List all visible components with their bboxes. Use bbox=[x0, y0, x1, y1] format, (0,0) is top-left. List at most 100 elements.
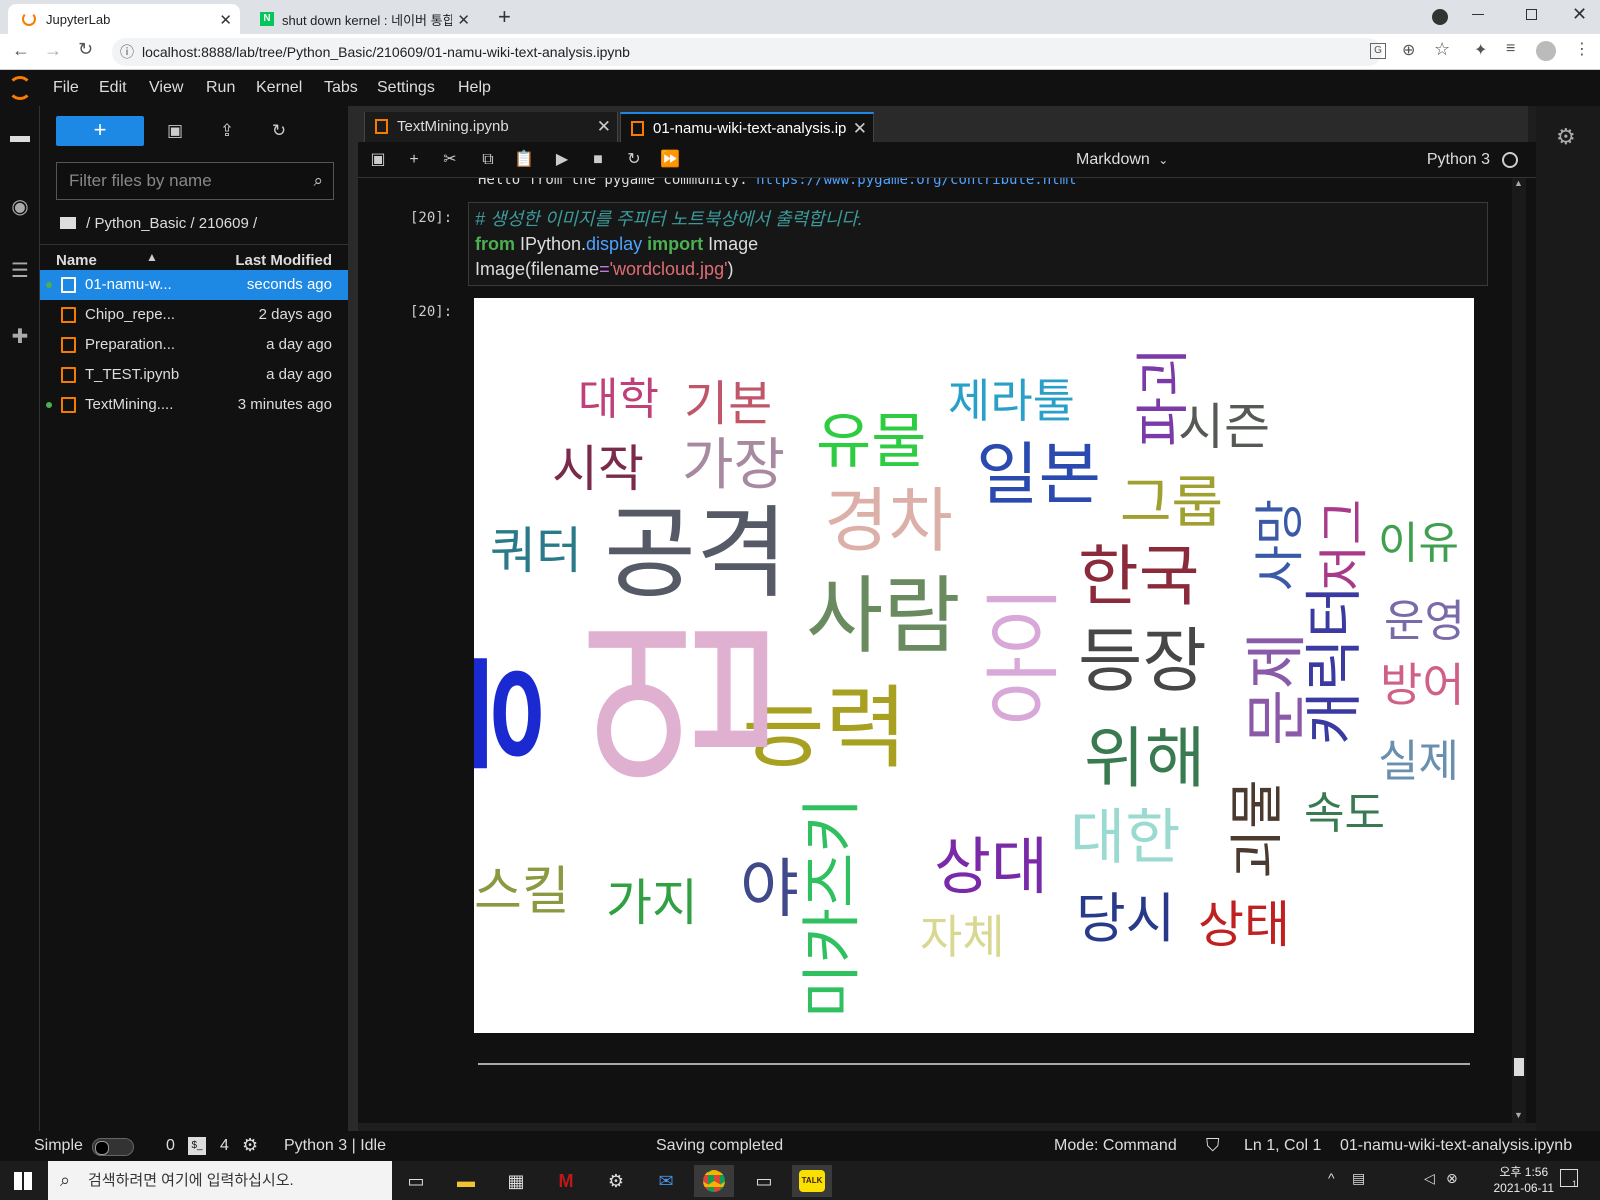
terminal-app-icon[interactable]: ▭ bbox=[744, 1165, 784, 1197]
browser-menu-icon[interactable]: ⋮ bbox=[1574, 39, 1590, 59]
folder-icon[interactable] bbox=[60, 217, 76, 229]
file-row[interactable]: TextMining.... 3 minutes ago bbox=[40, 390, 348, 420]
previous-output-link[interactable]: https://www.pygame.org/contribute.html bbox=[756, 178, 1076, 188]
simple-mode-toggle[interactable] bbox=[92, 1138, 134, 1156]
restart-icon[interactable]: ↻ bbox=[622, 148, 646, 172]
file-row[interactable]: Chipo_repe... 2 days ago bbox=[40, 300, 348, 330]
close-icon[interactable]: ✕ bbox=[853, 114, 867, 144]
run-icon[interactable]: ▶ bbox=[550, 148, 574, 172]
table-of-contents-icon[interactable]: ☰ bbox=[0, 250, 40, 290]
notebook-scrollbar[interactable]: ▲ ▼ bbox=[1512, 178, 1526, 1123]
paste-icon[interactable]: 📋 bbox=[512, 148, 536, 172]
new-launcher-button[interactable]: + bbox=[56, 116, 144, 146]
cursor-position[interactable]: Ln 1, Col 1 bbox=[1244, 1131, 1321, 1161]
tray-close-icon[interactable]: ⊗ bbox=[1446, 1170, 1458, 1187]
profile-avatar[interactable] bbox=[1536, 41, 1556, 61]
insert-cell-icon[interactable]: + bbox=[402, 148, 426, 172]
zoom-icon[interactable]: ⊕ bbox=[1402, 40, 1415, 60]
tray-chevron-icon[interactable]: ^ bbox=[1328, 1170, 1335, 1186]
menu-edit[interactable]: Edit bbox=[99, 70, 127, 106]
kernel-name[interactable]: Python 3 bbox=[1427, 142, 1490, 178]
new-folder-icon[interactable]: ▣ bbox=[162, 118, 188, 144]
file-explorer-icon[interactable]: ▬ bbox=[446, 1165, 486, 1197]
menu-view[interactable]: View bbox=[149, 70, 183, 106]
menu-settings[interactable]: Settings bbox=[377, 70, 435, 106]
property-inspector-icon[interactable]: ⚙ bbox=[1556, 124, 1576, 150]
settings-gear-icon[interactable]: ⚙ bbox=[596, 1165, 636, 1197]
new-tab-button[interactable]: + bbox=[498, 4, 511, 30]
menu-run[interactable]: Run bbox=[206, 70, 235, 106]
mcafee-icon[interactable]: M bbox=[546, 1165, 586, 1197]
restore-icon[interactable] bbox=[1526, 9, 1537, 20]
kernel-count[interactable]: 4 bbox=[220, 1131, 229, 1161]
notification-icon[interactable]: 1 bbox=[1560, 1169, 1578, 1189]
close-icon[interactable]: ✕ bbox=[597, 112, 611, 142]
task-view-icon[interactable]: ▭ bbox=[396, 1165, 436, 1197]
menu-tabs[interactable]: Tabs bbox=[324, 70, 358, 106]
code-cell-input[interactable]: # 생성한 이미지를 주피터 노트북상에서 출력합니다. from IPytho… bbox=[468, 202, 1488, 286]
extension-manager-icon[interactable]: ✚ bbox=[0, 316, 40, 356]
browser-tab-naver[interactable]: N shut down kernel : 네이버 통합 ✕ bbox=[246, 4, 478, 34]
notebook-icon bbox=[61, 277, 76, 293]
forward-icon[interactable]: → bbox=[44, 40, 62, 61]
refresh-icon[interactable]: ↻ bbox=[266, 118, 292, 144]
back-icon[interactable]: ← bbox=[12, 40, 30, 61]
save-icon[interactable]: ▣ bbox=[366, 148, 390, 172]
minimize-icon[interactable] bbox=[1472, 14, 1484, 15]
wordcloud-word: 대학 bbox=[578, 374, 659, 425]
file-row[interactable]: T_TEST.ipynb a day ago bbox=[40, 360, 348, 390]
scrollbar-thumb[interactable] bbox=[1514, 1058, 1524, 1076]
window-close-icon[interactable]: ✕ bbox=[1572, 4, 1587, 25]
taskbar-clock[interactable]: 오후 1:56 2021-06-11 bbox=[1494, 1164, 1555, 1196]
kakaotalk-icon[interactable]: TALK bbox=[792, 1165, 832, 1197]
store-icon[interactable]: ▦ bbox=[496, 1165, 536, 1197]
folder-icon[interactable]: ▬ bbox=[0, 116, 40, 156]
cell-type-select[interactable]: Markdown ⌄ bbox=[1076, 142, 1168, 178]
taskbar-search-placeholder: 검색하려면 여기에 입력하십시오. bbox=[88, 1172, 294, 1189]
tray-network-icon[interactable]: ▤ bbox=[1352, 1170, 1365, 1187]
upload-icon[interactable]: ⇪ bbox=[214, 118, 240, 144]
notebook-content[interactable]: Hello from the pygame community. https:/… bbox=[358, 178, 1536, 1123]
kernel-status[interactable]: Python 3 | Idle bbox=[284, 1131, 386, 1161]
menu-file[interactable]: File bbox=[53, 70, 79, 106]
cut-icon[interactable]: ✂ bbox=[438, 148, 462, 172]
reload-icon[interactable]: ↻ bbox=[78, 39, 93, 60]
terminal-count[interactable]: 0 bbox=[166, 1131, 175, 1161]
column-name-header[interactable]: Name bbox=[56, 252, 97, 269]
url-field[interactable]: ⓘ localhost:8888/lab/tree/Python_Basic/2… bbox=[112, 38, 1382, 66]
file-row[interactable]: 01-namu-w... seconds ago bbox=[40, 270, 348, 300]
filter-files-input[interactable]: Filter files by name ⌕ bbox=[56, 162, 334, 200]
scroll-up-icon[interactable]: ▲ bbox=[1514, 178, 1523, 188]
breadcrumb-path[interactable]: / Python_Basic / 210609 / bbox=[86, 215, 257, 232]
tab-textmining[interactable]: TextMining.ipynb ✕ bbox=[364, 112, 618, 142]
menu-help[interactable]: Help bbox=[458, 70, 491, 106]
copy-icon[interactable]: ⧉ bbox=[476, 148, 500, 172]
mode-indicator[interactable]: Mode: Command bbox=[1054, 1131, 1177, 1161]
menu-kernel[interactable]: Kernel bbox=[256, 70, 302, 106]
panel-splitter[interactable] bbox=[348, 106, 358, 1131]
tab-search-icon[interactable] bbox=[1432, 9, 1448, 25]
stop-icon[interactable]: ■ bbox=[586, 148, 610, 172]
windows-start-icon[interactable] bbox=[14, 1172, 32, 1190]
wordcloud-word: 그룹 bbox=[1120, 471, 1224, 536]
column-modified-header[interactable]: Last Modified bbox=[235, 252, 332, 269]
tray-speaker-icon[interactable]: ◁ bbox=[1424, 1170, 1435, 1187]
taskbar-search-input[interactable]: ⌕ 검색하려면 여기에 입력하십시오. bbox=[48, 1161, 392, 1200]
close-icon[interactable]: ✕ bbox=[457, 11, 470, 29]
browser-tab-jupyterlab[interactable]: JupyterLab ✕ bbox=[8, 4, 240, 34]
notebook-icon bbox=[631, 121, 644, 136]
chrome-icon[interactable] bbox=[694, 1165, 734, 1197]
file-row[interactable]: Preparation... a day ago bbox=[40, 330, 348, 360]
running-kernels-icon[interactable]: ◉ bbox=[0, 186, 40, 226]
fast-forward-icon[interactable]: ⏩ bbox=[658, 148, 682, 172]
output-prompt: [20]: bbox=[410, 304, 453, 320]
site-info-icon[interactable]: ⓘ bbox=[120, 38, 134, 66]
mail-icon[interactable]: ✉ bbox=[646, 1165, 686, 1197]
translate-icon[interactable]: G bbox=[1370, 43, 1386, 59]
bookmark-star-icon[interactable]: ☆ bbox=[1434, 39, 1450, 60]
extensions-icon[interactable]: ✦ bbox=[1474, 40, 1487, 60]
close-icon[interactable]: ✕ bbox=[219, 11, 232, 29]
reading-list-icon[interactable]: ≡ bbox=[1506, 40, 1515, 58]
scroll-down-icon[interactable]: ▼ bbox=[1514, 1110, 1523, 1120]
tab-namu-wiki[interactable]: 01-namu-wiki-text-analysis.ip ✕ bbox=[620, 112, 874, 142]
